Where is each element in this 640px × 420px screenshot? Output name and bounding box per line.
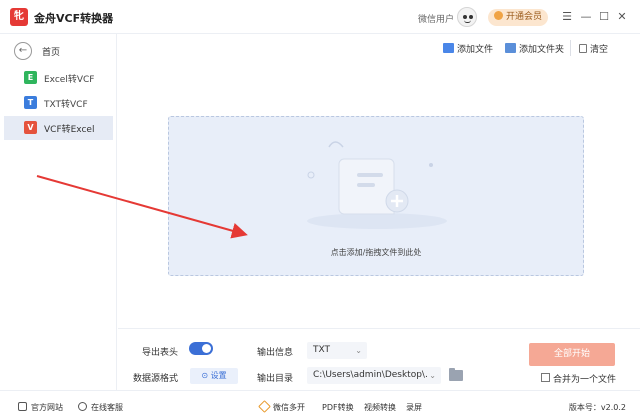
output-dir-label: 输出目录 <box>257 374 294 384</box>
website-label: 官方网站 <box>31 403 63 412</box>
settings-icon: ⊙ <box>201 371 209 380</box>
output-format-select[interactable]: TXT ⌄ <box>307 342 367 359</box>
vcf-icon: V <box>24 121 37 134</box>
user-name[interactable]: 微信用户 <box>418 12 454 25</box>
video-convert-link[interactable]: 视频转换 <box>364 402 396 413</box>
export-header-label: 导出表头 <box>142 348 179 358</box>
add-folder-icon <box>505 43 516 53</box>
chevron-down-icon: ⌄ <box>427 367 436 384</box>
screen-record-link[interactable]: 录屏 <box>406 402 422 413</box>
pdf-convert-link[interactable]: PDF转换 <box>322 402 354 413</box>
add-file-button[interactable]: 添加文件 <box>443 42 493 56</box>
settings-button-label: 设置 <box>210 371 227 380</box>
sidebar-item-txt-to-vcf[interactable]: T TXT转VCF <box>4 91 113 115</box>
support-label: 在线客服 <box>91 403 123 412</box>
sidebar-item-excel-to-vcf[interactable]: E Excel转VCF <box>4 66 113 90</box>
sparkle-icon <box>258 400 271 413</box>
app-title: 金舟VCF转换器 <box>34 12 114 25</box>
file-drop-zone[interactable]: 点击添加/拖拽文件到此处 <box>168 116 584 276</box>
drop-hint-text: 点击添加/拖拽文件到此处 <box>330 248 422 257</box>
wechat-multi-link[interactable]: 微信多开 <box>258 400 305 413</box>
status-bar: 官方网站 在线客服 微信多开 PDF转换 视频转换 录屏 版本号：v2.0.2 <box>0 390 640 420</box>
title-bar: 牝 金舟VCF转换器 微信用户 开通会员 ☰ — ☐ ✕ <box>0 0 640 34</box>
website-link[interactable]: 官方网站 <box>18 402 63 413</box>
merge-label[interactable]: 合并为一个文件 <box>553 372 616 385</box>
chevron-down-icon: ⌄ <box>355 346 362 355</box>
vip-button-label: 开通会员 <box>505 12 542 22</box>
headset-icon <box>78 402 87 411</box>
document-add-illustration-icon <box>307 141 447 229</box>
merge-checkbox[interactable] <box>541 373 550 382</box>
toggle-knob <box>202 344 211 353</box>
clear-label: 清空 <box>590 45 609 55</box>
folder-icon[interactable] <box>449 368 463 381</box>
avatar-mouth-icon <box>464 20 471 23</box>
add-file-label: 添加文件 <box>457 45 494 55</box>
source-format-label: 数据源格式 <box>133 374 179 384</box>
avatar[interactable] <box>457 7 477 27</box>
monitor-icon <box>18 402 27 411</box>
sidebar-item-label: VCF转Excel <box>44 125 95 135</box>
output-dir-select[interactable]: C:\Users\admin\Desktop\... ⌄ <box>307 367 441 384</box>
sidebar-item-label: Excel转VCF <box>44 75 95 85</box>
output-format-value: TXT <box>313 345 331 355</box>
start-all-button[interactable]: 全部开始 <box>529 343 615 366</box>
sidebar-item-vcf-to-excel[interactable]: V VCF转Excel <box>4 116 113 140</box>
wechat-label: 微信多开 <box>273 403 305 412</box>
txt-icon: T <box>24 96 37 109</box>
excel-icon: E <box>24 71 37 84</box>
app-logo-icon: 牝 <box>10 8 28 26</box>
back-arrow-icon: ← <box>14 42 32 60</box>
support-link[interactable]: 在线客服 <box>78 402 123 413</box>
crown-icon <box>493 11 503 20</box>
toolbar-divider <box>570 40 571 56</box>
version-text: 版本号：v2.0.2 <box>568 403 626 412</box>
add-folder-label: 添加文件夹 <box>519 45 565 55</box>
export-header-toggle[interactable] <box>189 342 213 355</box>
menu-icon[interactable]: ☰ <box>560 10 574 24</box>
vip-button[interactable]: 开通会员 <box>488 9 548 26</box>
add-folder-button[interactable]: 添加文件夹 <box>505 42 564 56</box>
output-dir-value: C:\Users\admin\Desktop\... <box>313 370 434 380</box>
add-file-icon <box>443 43 454 53</box>
sidebar-item-label: TXT转VCF <box>44 100 88 110</box>
app-window: 牝 金舟VCF转换器 微信用户 开通会员 ☰ — ☐ ✕ ← 首页 E Exce… <box>0 0 640 420</box>
home-label: 首页 <box>42 48 61 58</box>
clear-button[interactable]: 清空 <box>579 42 608 56</box>
close-icon[interactable]: ✕ <box>615 10 629 24</box>
avatar-eye-icon <box>463 15 467 19</box>
avatar-eye-icon <box>469 15 473 19</box>
minimize-icon[interactable]: — <box>579 10 593 24</box>
sidebar: ← 首页 E Excel转VCF T TXT转VCF V VCF转Excel <box>0 34 117 390</box>
maximize-icon[interactable]: ☐ <box>597 10 611 24</box>
output-info-label: 输出信息 <box>257 348 294 358</box>
trash-icon <box>579 44 587 53</box>
settings-button[interactable]: ⊙ 设置 <box>190 368 238 384</box>
